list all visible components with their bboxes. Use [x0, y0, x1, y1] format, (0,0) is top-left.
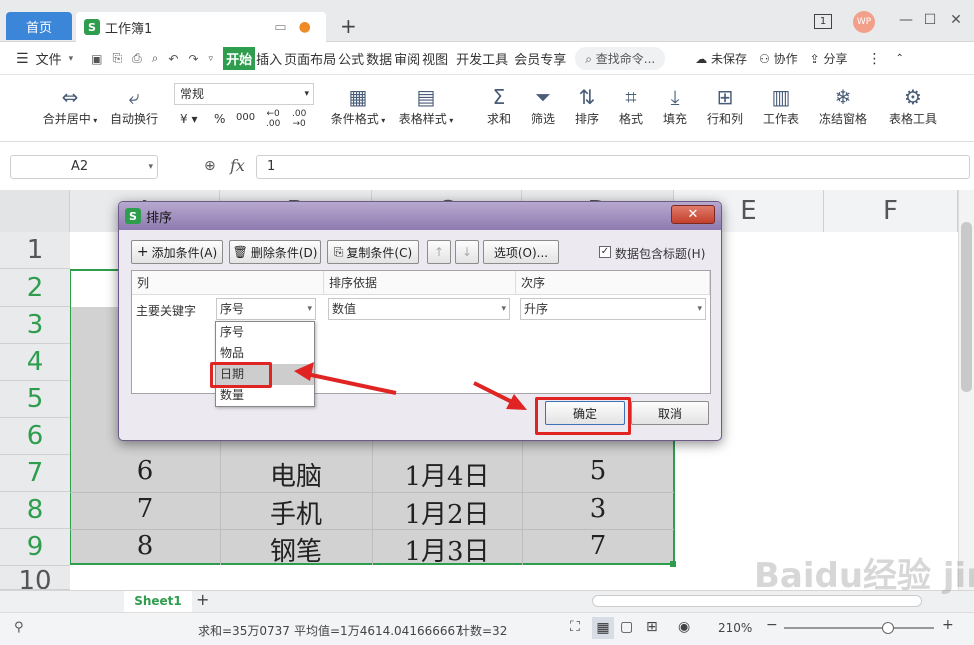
annotation-arrows: [294, 362, 527, 410]
arrow-to-date-line: [301, 371, 397, 395]
arrow-to-date-head: [294, 362, 314, 381]
